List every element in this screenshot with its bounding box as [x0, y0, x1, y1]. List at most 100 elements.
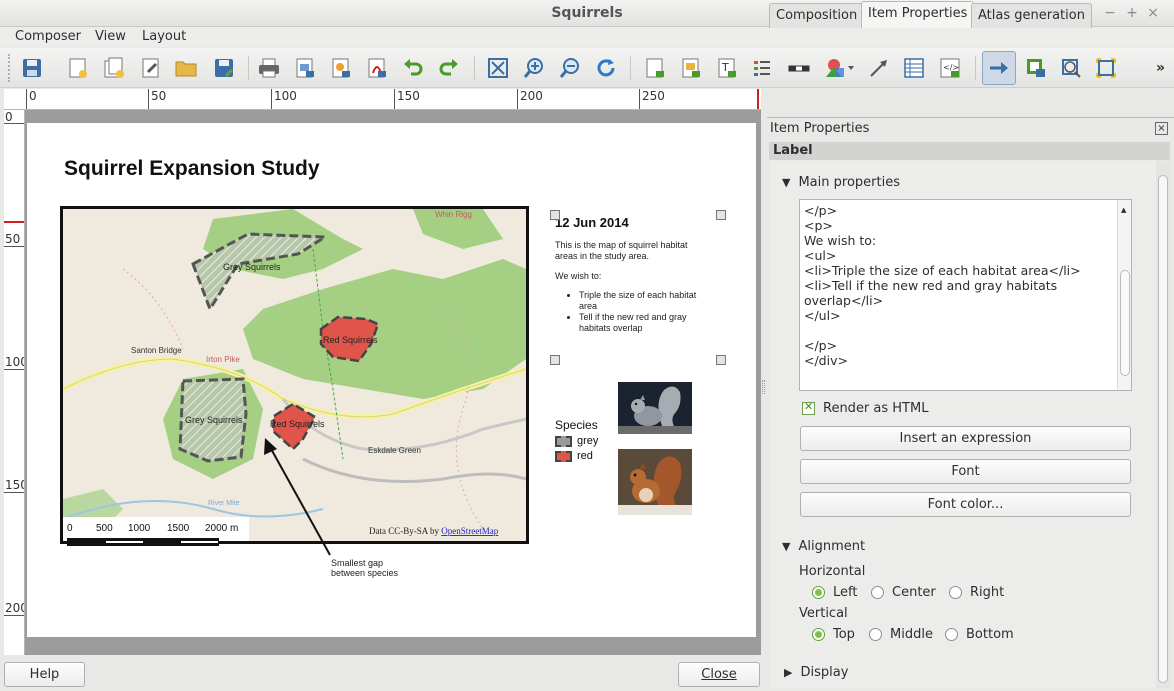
map-label-grey1: Grey Squirrels — [223, 262, 281, 272]
label-intro: This is the map of squirrel habitat area… — [555, 240, 688, 261]
radio-v-top[interactable]: Top — [812, 627, 855, 642]
export-image-icon[interactable] — [291, 54, 319, 82]
display-toggle[interactable]: ▶ Display — [784, 665, 848, 680]
editor-line: </p> — [804, 203, 838, 218]
redo-icon[interactable] — [435, 54, 463, 82]
main-properties-label: Main properties — [798, 175, 900, 190]
composer-manager-icon[interactable] — [137, 54, 165, 82]
add-shape-icon[interactable] — [821, 54, 857, 82]
radio-v-bottom[interactable]: Bottom — [945, 627, 1014, 642]
render-as-html-checkbox[interactable]: ✕ Render as HTML — [802, 400, 928, 416]
selection-handle[interactable] — [550, 355, 560, 365]
new-composer-icon[interactable] — [64, 54, 92, 82]
add-image-icon[interactable] — [677, 54, 705, 82]
radio-icon[interactable] — [949, 586, 962, 599]
radio-h-center[interactable]: Center — [871, 585, 936, 600]
toolbar: T </> » — [0, 48, 1174, 88]
tab-item-properties[interactable]: Item Properties — [861, 1, 975, 28]
move-content-icon[interactable] — [1022, 54, 1050, 82]
editor-line: <p> — [804, 218, 833, 233]
panel-scrollbar[interactable] — [1156, 161, 1170, 688]
editor-scrollbar[interactable]: ▲ — [1117, 200, 1131, 390]
select-move-item-icon[interactable] — [982, 51, 1016, 85]
add-arrow-icon[interactable] — [865, 54, 893, 82]
label-list-item: Tell if the new red and gray habitats ov… — [579, 312, 710, 334]
add-legend-icon[interactable] — [749, 54, 777, 82]
tab-composition[interactable]: Composition — [769, 3, 865, 28]
radio-icon[interactable] — [869, 628, 882, 641]
composition-title[interactable]: Squirrel Expansion Study — [64, 157, 320, 181]
red-squirrel-image[interactable] — [618, 449, 692, 515]
annotation-label[interactable]: Smallest gap between species — [331, 558, 398, 578]
add-label-icon[interactable]: T — [713, 54, 741, 82]
menu-view[interactable]: View — [93, 28, 128, 46]
close-window-button[interactable]: × — [1146, 4, 1160, 22]
add-scalebar-icon[interactable] — [785, 54, 813, 82]
save-template-icon[interactable] — [210, 54, 238, 82]
radio-h-right[interactable]: Right — [949, 585, 1004, 600]
map-attribution-link[interactable]: OpenStreetMap — [441, 526, 498, 536]
export-pdf-icon[interactable] — [363, 54, 391, 82]
ruler-v-label: 150 — [5, 478, 24, 492]
insert-expression-button[interactable]: Insert an expression — [800, 426, 1131, 451]
panel-scrollbar-thumb[interactable] — [1158, 175, 1168, 683]
zoom-out-icon[interactable] — [556, 54, 584, 82]
editor-line: overlap</li> — [804, 293, 884, 308]
add-html-icon[interactable]: </> — [936, 54, 964, 82]
menu-composer[interactable]: Composer — [13, 28, 83, 46]
undo-icon[interactable] — [399, 54, 427, 82]
refresh-icon[interactable] — [592, 54, 620, 82]
radio-icon[interactable] — [871, 586, 884, 599]
scalebar-label-2000: 2000 m — [205, 523, 238, 534]
editor-scrollbar-thumb[interactable] — [1120, 270, 1130, 376]
main-properties-toggle[interactable]: ▼ Main properties — [782, 175, 900, 190]
editor-line: <ul> — [804, 248, 837, 263]
pan-icon[interactable] — [1092, 54, 1120, 82]
export-svg-icon[interactable] — [327, 54, 355, 82]
zoom-in-icon[interactable] — [520, 54, 548, 82]
legend-swatch-grey — [555, 435, 572, 447]
legend-item[interactable]: Species grey red — [555, 418, 598, 462]
svg-text:</>: </> — [943, 63, 959, 72]
minimize-button[interactable]: − — [1103, 4, 1117, 22]
radio-icon[interactable] — [945, 628, 958, 641]
close-button[interactable]: Close — [678, 662, 760, 687]
tab-atlas-generation[interactable]: Atlas generation — [971, 3, 1092, 28]
font-color-button[interactable]: Font color... — [800, 492, 1131, 517]
edit-nodes-icon[interactable] — [1057, 54, 1085, 82]
selection-handle[interactable] — [716, 210, 726, 220]
close-panel-icon[interactable]: × — [1155, 122, 1168, 135]
maximize-button[interactable]: + — [1125, 4, 1139, 22]
add-map-icon[interactable] — [641, 54, 669, 82]
selection-handle[interactable] — [716, 355, 726, 365]
zoom-full-icon[interactable] — [484, 54, 512, 82]
window-title: Squirrels — [551, 5, 623, 21]
vertical-ruler: 0 50 100 150 200 — [4, 110, 25, 655]
grey-squirrel-image[interactable] — [618, 382, 692, 434]
label-item[interactable]: 12 Jun 2014 This is the map of squirrel … — [555, 215, 721, 360]
radio-v-middle[interactable]: Middle — [869, 627, 933, 642]
more-icon[interactable]: » — [1156, 60, 1165, 76]
scroll-up-icon[interactable]: ▲ — [1121, 203, 1126, 218]
alignment-toggle[interactable]: ▼ Alignment — [782, 539, 865, 554]
font-button[interactable]: Font — [800, 459, 1131, 484]
save-icon[interactable] — [18, 54, 46, 82]
alignment-label: Alignment — [798, 539, 866, 554]
menu-layout[interactable]: Layout — [140, 28, 188, 46]
radio-selected-icon[interactable] — [812, 586, 825, 599]
splitter-handle[interactable] — [762, 380, 765, 394]
toolbar-grip[interactable] — [8, 54, 12, 82]
add-table-icon[interactable] — [900, 54, 928, 82]
duplicate-composer-icon[interactable] — [100, 54, 128, 82]
annotation-arrow[interactable] — [260, 435, 340, 560]
selection-handle[interactable] — [550, 210, 560, 220]
radio-h-left[interactable]: Left — [812, 585, 857, 600]
help-button[interactable]: Help — [4, 662, 85, 687]
print-icon[interactable] — [255, 54, 283, 82]
open-template-icon[interactable] — [172, 54, 200, 82]
section-label: Label — [769, 142, 1170, 160]
checkbox-checked-icon[interactable]: ✕ — [802, 400, 815, 415]
label-text-editor[interactable]: </p> <p> We wish to: <ul> <li>Triple the… — [799, 199, 1132, 391]
radio-selected-icon[interactable] — [812, 628, 825, 641]
ruler-v-label: 50 — [5, 232, 21, 246]
